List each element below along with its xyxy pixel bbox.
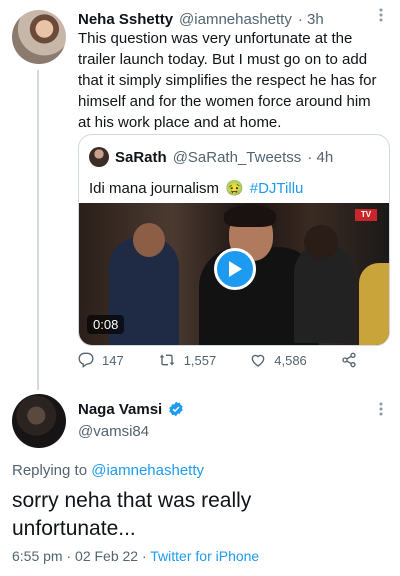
channel-logo: TV (355, 209, 377, 221)
like-button[interactable]: 4,586 (250, 352, 307, 368)
tweet-text-line: trailer launch today. But I must go on t… (78, 51, 368, 68)
timestamp[interactable]: · 3h (298, 11, 324, 28)
tweet-text-line: himself and for the women force around h… (78, 93, 371, 110)
reply-icon (78, 352, 94, 368)
author-name[interactable]: Neha Sshetty (78, 11, 173, 28)
tweet-text: This question was very unfortunate at th… (78, 28, 388, 133)
quoted-author-name: SaRath (115, 148, 167, 166)
retweet-icon (159, 354, 175, 366)
tweet-text-line: This question was very unfortunate at th… (78, 30, 353, 47)
verified-badge-icon (169, 401, 183, 417)
video-thumbnail[interactable]: TV 0:08 (79, 203, 389, 345)
quoted-tweet[interactable]: SaRath @SaRath_Tweetss · 4h Idi mana jou… (78, 134, 390, 346)
video-duration: 0:08 (87, 315, 125, 334)
retweet-button[interactable]: 1,557 (158, 352, 217, 368)
quoted-author-handle: @SaRath_Tweetss (172, 148, 302, 166)
heart-icon (251, 354, 265, 367)
play-icon[interactable] (214, 248, 256, 290)
quoted-text: Idi mana journalism (89, 179, 220, 197)
reply-author-name[interactable]: Naga Vamsi (78, 401, 162, 418)
naga-vamsi-avatar[interactable] (12, 394, 66, 448)
replying-to: Replying to @iamnehashetty (12, 462, 204, 479)
reply-count: 147 (102, 352, 124, 368)
replying-to-handle[interactable]: @iamnehashetty (91, 462, 204, 479)
thread-connector-line (37, 70, 39, 390)
tweet-text-line: that it simply simplifies the respect he… (78, 72, 377, 89)
source-label[interactable]: Twitter for iPhone (150, 548, 259, 564)
quoted-timestamp: · 4h (307, 148, 334, 166)
reply-meta: 6:55 pm · 02 Feb 22 · Twitter for iPhone (12, 548, 259, 564)
nauseated-emoji: 🤢 (225, 180, 244, 197)
replying-to-label: Replying to (12, 462, 88, 479)
reply-button[interactable]: 147 (78, 352, 124, 368)
reply-timestamp[interactable]: 6:55 pm · 02 Feb 22 · (12, 548, 147, 564)
share-icon (342, 352, 356, 368)
reply-text-line: sorry neha that was really (12, 489, 252, 512)
more-horizontal-icon[interactable] (374, 402, 388, 416)
tweet-text-line: at his work place and at home. (78, 114, 282, 131)
reply-author-handle[interactable]: @vamsi84 (78, 423, 149, 440)
sarath-avatar (89, 147, 109, 167)
retweet-count: 1,557 (183, 352, 217, 368)
more-horizontal-icon[interactable] (374, 8, 388, 22)
author-handle[interactable]: @iamnehashetty (179, 11, 292, 28)
neha-avatar[interactable] (12, 10, 66, 64)
reply-text-line: unfortunate... (12, 517, 136, 540)
like-count: 4,586 (274, 352, 307, 368)
reply-text: sorry neha that was really unfortunate..… (12, 487, 388, 543)
hashtag-link[interactable]: #DJTillu (250, 180, 304, 197)
share-button[interactable] (341, 352, 357, 368)
